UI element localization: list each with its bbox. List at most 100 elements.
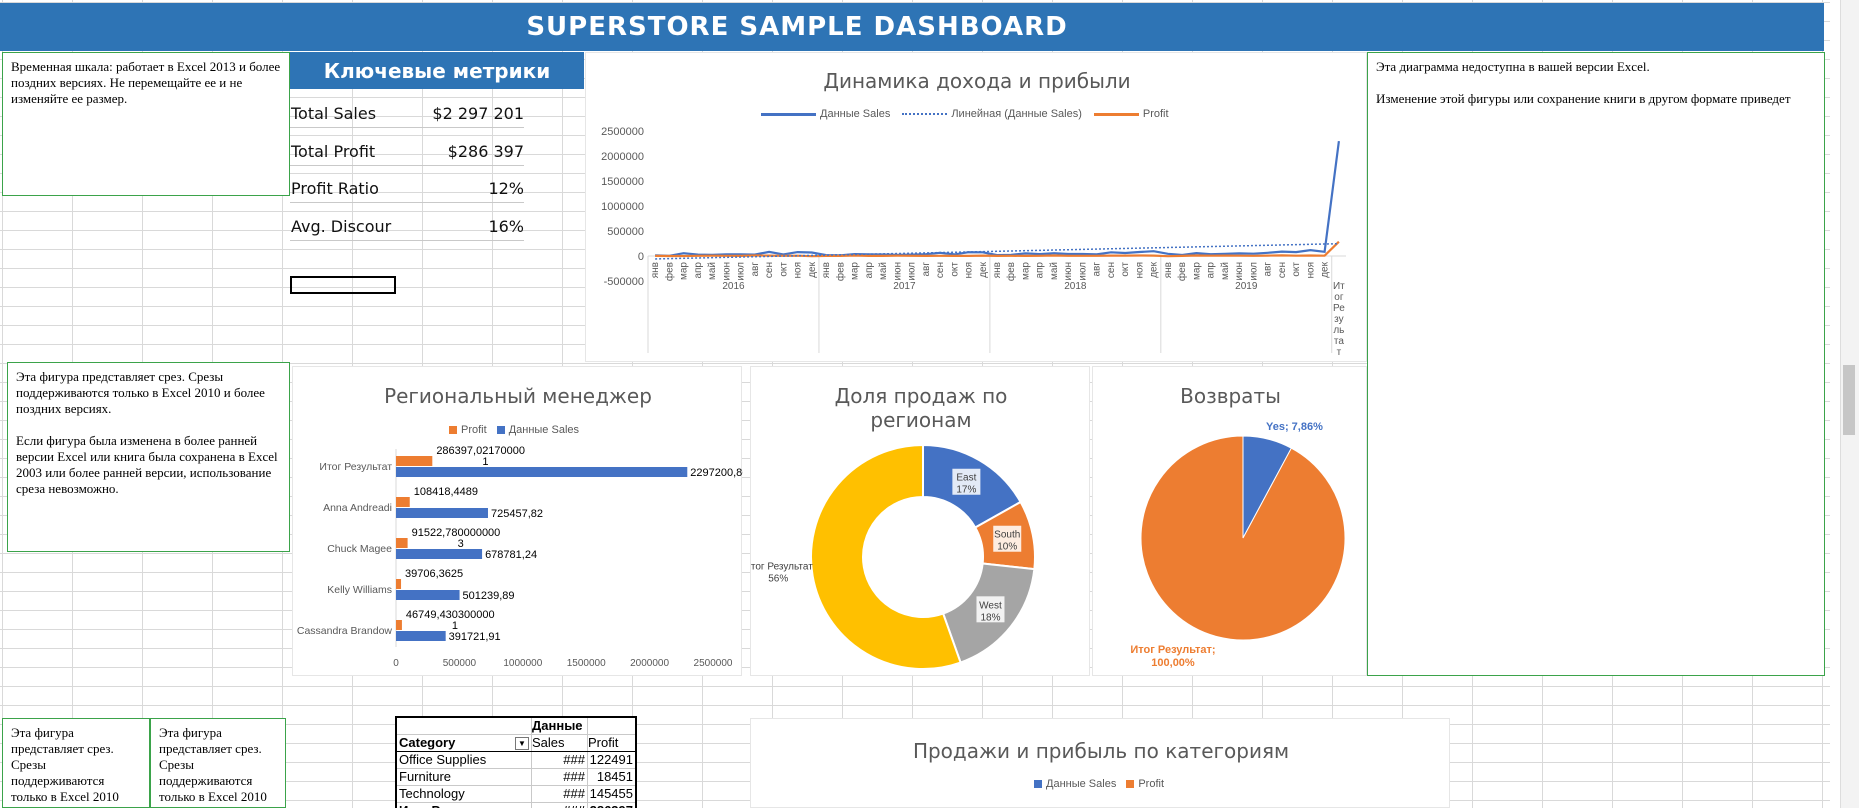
pivot-cell-category[interactable]: Office Supplies — [397, 752, 531, 768]
legend-sales: Данные Sales — [1034, 778, 1116, 790]
data-label-profit: 91522,780000000 — [412, 527, 501, 539]
donut-chart-svg: East17% South10% West18% Итог Результат56% — [751, 443, 1036, 670]
pivot-cell-profit[interactable]: 286397 — [587, 803, 635, 808]
dashboard-title: SUPERSTORE SAMPLE DASHBOARD — [526, 12, 1068, 42]
x-tick-label: ноя — [793, 262, 804, 279]
pivot-header-category[interactable]: Category ▼ — [397, 735, 531, 751]
scrollbar-thumb[interactable] — [1843, 365, 1855, 435]
metric-value: 16% — [488, 217, 524, 236]
selected-cell[interactable] — [290, 276, 396, 294]
x-tick-label: апр — [1206, 262, 1217, 279]
pivot-header-profit: Profit — [587, 735, 635, 751]
bar-sales — [396, 467, 688, 477]
y-tick-label: -500000 — [604, 276, 644, 288]
slicer-placeholder[interactable]: Эта фигура представляет срез. Срезы подд… — [7, 362, 290, 552]
metric-row: Avg. Discour 16% — [290, 203, 524, 241]
total-label-fragment: та — [1334, 336, 1344, 347]
slicer-placeholder-small-2[interactable]: Эта фигура представляет срез. Срезы подд… — [150, 718, 286, 808]
pivot-cell-category[interactable]: Technology — [397, 786, 531, 802]
pivot-cell-sales[interactable]: ### — [531, 769, 587, 785]
x-tick-label: 1000000 — [503, 658, 542, 669]
pivot-cell-sales[interactable]: ### — [531, 752, 587, 768]
unavailable-chart-note[interactable]: Эта диаграмма недоступна в вашей версии … — [1367, 52, 1825, 676]
x-tick-label: 1500000 — [567, 658, 606, 669]
line-chart-panel[interactable]: Динамика дохода и прибыли Данные Sales Л… — [585, 52, 1367, 362]
x-tick-label: сен — [1106, 262, 1117, 278]
category-chart-panel[interactable]: Продажи и прибыль по категориям Данные S… — [750, 718, 1450, 808]
pivot-row[interactable]: Technology ### 145455 — [397, 786, 635, 803]
x-tick-label: ноя — [1305, 262, 1316, 279]
pivot-cell-sales[interactable]: ### — [531, 803, 587, 808]
metric-row: Total Sales $2 297 201 — [290, 90, 524, 128]
total-label-fragment: Ре — [1333, 303, 1345, 314]
pivot-row[interactable]: Итог Результат###286397 — [397, 803, 635, 808]
bar-sales — [396, 508, 488, 518]
metric-label: Total Sales — [291, 104, 377, 123]
x-tick-label: июл — [1248, 262, 1259, 281]
x-tick-label: апр — [1035, 262, 1046, 279]
x-tick-label: окт — [778, 262, 789, 277]
slicer-placeholder-small-1[interactable]: Эта фигура представляет срез. Срезы подд… — [2, 718, 150, 808]
pivot-header-top: Данные — [397, 718, 635, 735]
total-label-fragment: т — [1337, 347, 1342, 358]
x-tick-label: июл — [1077, 262, 1088, 281]
x-tick-label: фев — [1005, 262, 1017, 281]
category-label: Kelly Williams — [327, 584, 392, 596]
x-tick-label: июл — [736, 262, 747, 281]
region-donut-panel[interactable]: Доля продаж по регионам East 17% South 10% W… — [750, 366, 1090, 676]
pie-slice — [1140, 435, 1346, 641]
data-label-profit-cont: 1 — [482, 456, 488, 468]
x-tick-label: авг — [921, 262, 932, 277]
category-chart-legend: Данные Sales Profit — [1034, 778, 1164, 790]
pivot-row[interactable]: Furniture ### 18451 — [397, 769, 635, 786]
pivot-cell-profit[interactable]: 18451 — [587, 769, 635, 785]
category-label: Итог Результат — [319, 461, 392, 473]
timeline-placeholder[interactable]: Временная шкала: работает в Excel 2013 и… — [2, 52, 290, 196]
bar-profit — [396, 456, 433, 466]
bar-sales — [396, 631, 446, 641]
total-label-fragment: Ит — [1333, 281, 1345, 292]
metric-value: $2 297 201 — [432, 104, 524, 123]
x-tick-label: фев — [834, 262, 846, 281]
pivot-table[interactable]: Данные Category ▼ Sales Profit Office Su… — [395, 716, 637, 808]
x-tick-label: мар — [850, 262, 861, 280]
x-tick-label: мар — [1191, 262, 1202, 280]
slice-pct: 18% — [980, 612, 1000, 623]
x-tick-label: сен — [1277, 262, 1288, 278]
year-label: 2016 — [722, 281, 745, 292]
x-tick-label: май — [1049, 262, 1060, 280]
year-label: 2017 — [893, 281, 916, 292]
pivot-cell-profit[interactable]: 122491 — [587, 752, 635, 768]
pivot-header-data: Данные — [531, 718, 587, 734]
metric-label: Avg. Discour — [291, 217, 392, 236]
x-tick-label: 500000 — [443, 658, 477, 669]
x-tick-label: сен — [935, 262, 946, 278]
x-tick-label: июн — [892, 262, 903, 281]
pivot-row[interactable]: Office Supplies ### 122491 — [397, 752, 635, 769]
year-label: 2018 — [1064, 281, 1087, 292]
pivot-cell-category[interactable]: Итог Результат — [397, 803, 531, 808]
pivot-cell-sales[interactable]: ### — [531, 786, 587, 802]
category-label: Chuck Magee — [327, 543, 392, 555]
x-tick-label: 2000000 — [630, 658, 669, 669]
slice-label: West — [979, 600, 1002, 611]
x-tick-label: 2500000 — [694, 658, 733, 669]
pivot-cell-profit[interactable]: 145455 — [587, 786, 635, 802]
data-label-sales: 2297200,86 — [690, 467, 743, 479]
x-tick-label: янв — [650, 262, 661, 278]
data-label-profit: 286397,02170000 — [436, 445, 525, 457]
manager-chart-panel[interactable]: Региональный менеджер Profit Данные Sale… — [292, 366, 743, 676]
x-tick-label: апр — [693, 262, 704, 279]
returns-pie-panel[interactable]: Возвраты Yes; 7,86% Итог Результат; 100,00… — [1092, 366, 1367, 676]
x-tick-label: янв — [821, 262, 832, 278]
pivot-cell-category[interactable]: Furniture — [397, 769, 531, 785]
y-tick-label: 1500000 — [601, 176, 644, 188]
metrics-title: Ключевые метрики — [290, 52, 584, 89]
bar-profit — [396, 497, 410, 507]
metric-row: Profit Ratio 12% — [290, 165, 524, 203]
y-tick-label: 0 — [638, 251, 644, 263]
filter-dropdown-icon[interactable]: ▼ — [515, 737, 529, 750]
x-tick-label: мар — [1020, 262, 1031, 280]
x-tick-label: дек — [1320, 261, 1331, 277]
returns-chart-svg: Yes; 7,86% Итог Результат;100,00% — [1130, 421, 1346, 669]
